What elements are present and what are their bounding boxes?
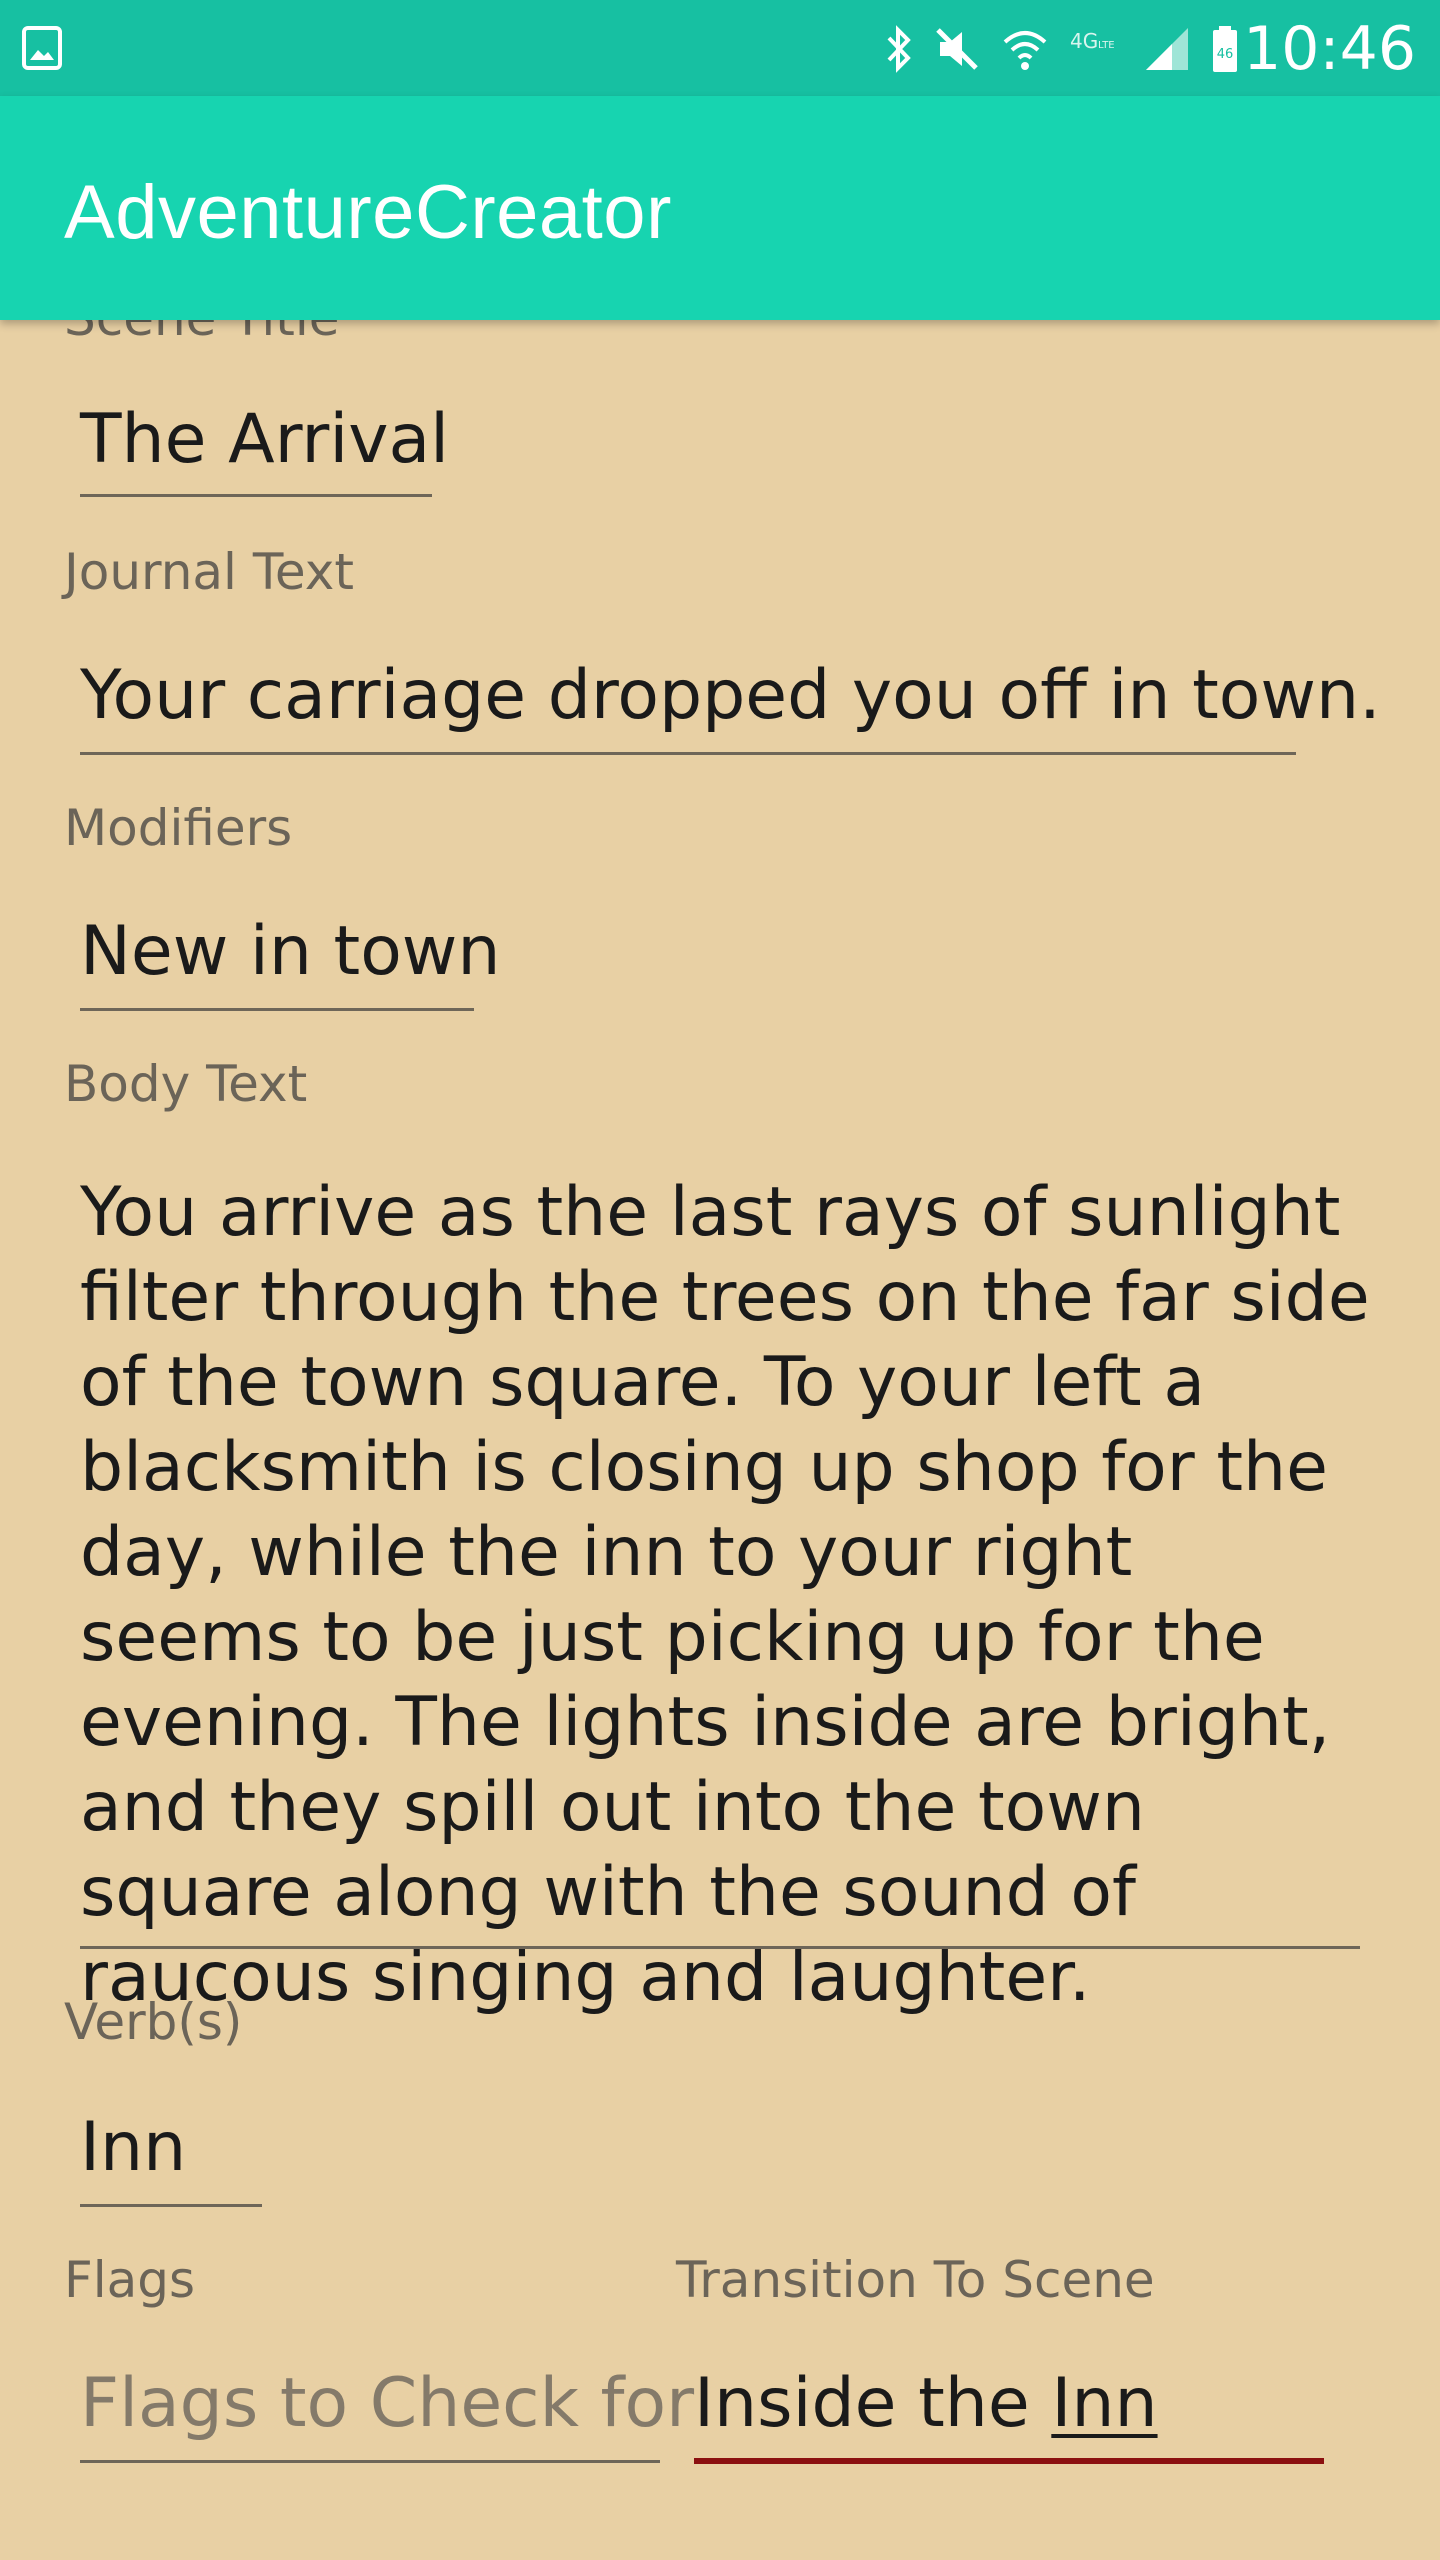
journal-text-label: Journal Text: [64, 543, 354, 601]
transition-underline-focused: [694, 2458, 1324, 2464]
status-icons: 4G LTE 46: [884, 24, 1240, 74]
transition-value: Inside the Inn: [694, 2364, 1158, 2458]
battery-icon: 46: [1210, 24, 1240, 74]
transition-field[interactable]: Inside the Inn: [694, 2364, 1158, 2458]
wifi-icon: [1000, 24, 1050, 74]
verbs-underline: [80, 2204, 262, 2207]
status-time: 10:46: [1243, 14, 1416, 84]
journal-text-field[interactable]: Your carriage dropped you off in town.: [80, 656, 1381, 750]
bluetooth-icon: [884, 24, 914, 74]
verbs-field[interactable]: Inn: [80, 2108, 186, 2202]
verbs-value: Inn: [80, 2108, 187, 2187]
scene-title-underline: [80, 494, 432, 497]
body-text-underline: [80, 1946, 1360, 1949]
app-title: AdventureCreator: [64, 170, 672, 255]
flags-field[interactable]: Flags to Check for: [80, 2364, 694, 2458]
body-text-field[interactable]: You arrive as the last rays of sunlight …: [80, 1170, 1370, 2020]
mute-icon: [932, 24, 982, 74]
scene-title-value: The Arrival: [80, 400, 450, 479]
app-bar: AdventureCreator: [0, 96, 1440, 320]
journal-text-underline: [80, 752, 1296, 755]
scene-title-field[interactable]: The Arrival: [80, 400, 449, 494]
flags-underline: [80, 2460, 660, 2463]
modifiers-label: Modifiers: [64, 799, 293, 857]
svg-text:4G: 4G: [1070, 29, 1098, 53]
scene-editor-form: Scene Title The Arrival Journal Text You…: [0, 0, 1440, 2560]
body-text-label: Body Text: [64, 1055, 308, 1113]
transition-value-prefix: Inside the: [694, 2364, 1052, 2443]
signal-icon: [1142, 24, 1192, 74]
journal-text-value: Your carriage dropped you off in town.: [80, 656, 1381, 735]
flags-label: Flags: [64, 2251, 196, 2309]
modifiers-underline: [80, 1008, 474, 1011]
4g-lte-icon: 4G LTE: [1068, 24, 1124, 74]
gallery-icon: [22, 26, 62, 70]
svg-text:46: 46: [1217, 47, 1234, 62]
modifiers-field[interactable]: New in town: [80, 912, 501, 1006]
modifiers-value: New in town: [80, 912, 501, 991]
status-bar: 4G LTE 46 10:46: [0, 0, 1440, 96]
flags-placeholder: Flags to Check for: [80, 2364, 695, 2443]
svg-text:LTE: LTE: [1098, 40, 1115, 51]
verbs-label: Verb(s): [64, 1993, 243, 2051]
transition-label: Transition To Scene: [676, 2251, 1155, 2309]
transition-value-link: Inn: [1051, 2364, 1158, 2443]
